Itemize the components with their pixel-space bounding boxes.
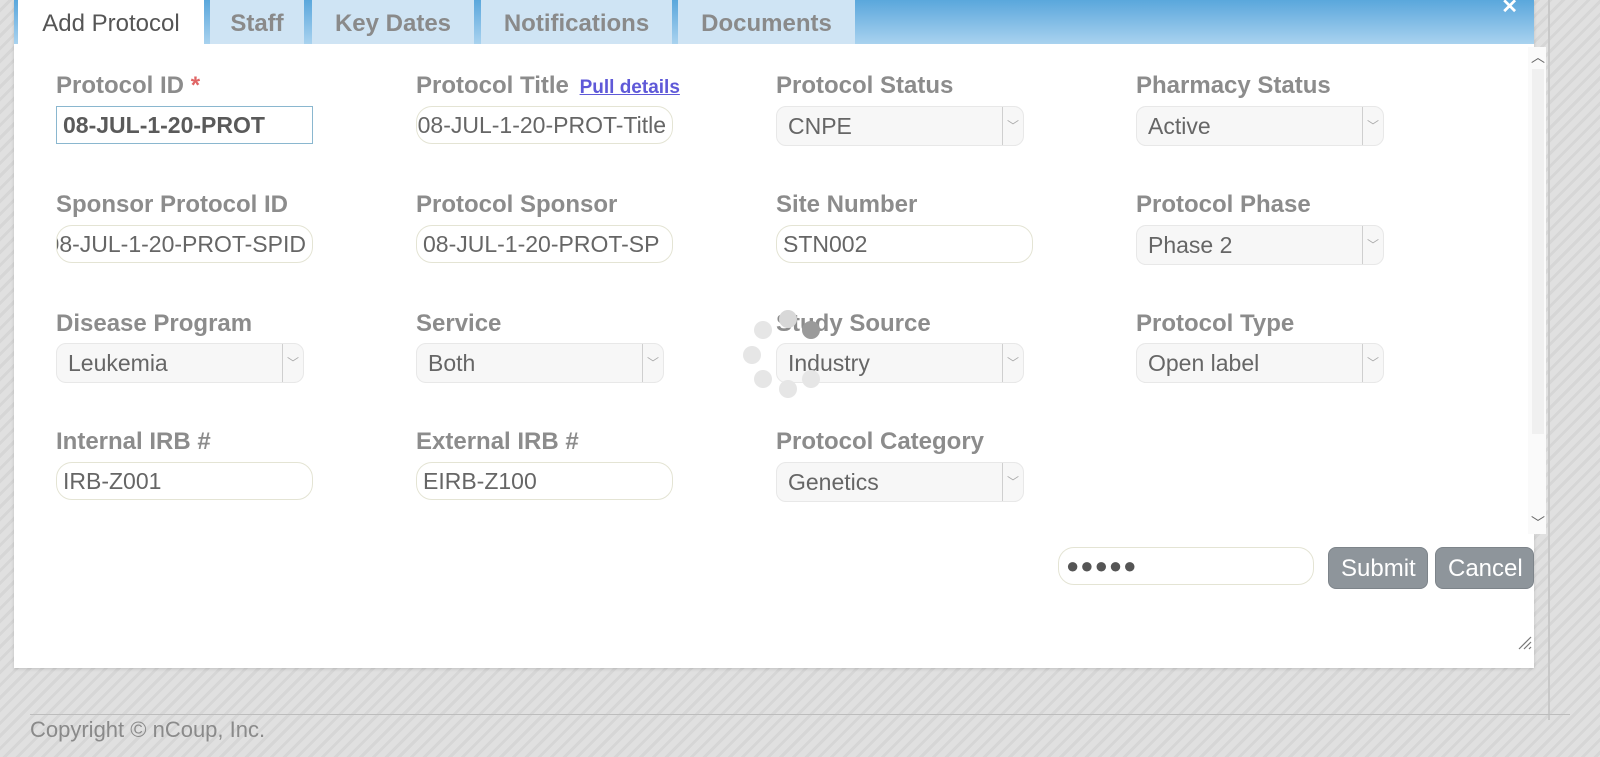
internal-irb-input[interactable]: IRB-Z001: [56, 462, 313, 500]
loading-spinner-icon: [738, 307, 828, 398]
pharmacy-status-value: Active: [1148, 113, 1211, 139]
chevron-down-icon: ﹀: [282, 344, 303, 382]
site-number-label: Site Number: [776, 191, 918, 218]
protocol-sponsor-input[interactable]: 08-JUL-1-20-PROT-SP: [416, 225, 673, 263]
submit-button[interactable]: Submit: [1328, 547, 1428, 589]
protocol-type-label: Protocol Type: [1136, 310, 1295, 337]
chevron-down-icon: ﹀: [642, 344, 663, 382]
scroll-thumb[interactable]: [1532, 69, 1544, 434]
scroll-down-icon[interactable]: ﹀: [1531, 513, 1545, 533]
protocol-title-label: Protocol Title Pull details: [416, 72, 680, 100]
chevron-down-icon: ﹀: [1362, 226, 1383, 264]
internal-irb-label: Internal IRB #: [56, 428, 211, 455]
disease-program-label: Disease Program: [56, 310, 253, 337]
protocol-type-select[interactable]: Open label ﹀: [1136, 343, 1384, 383]
chevron-down-icon: ﹀: [1002, 107, 1023, 145]
chevron-down-icon: ﹀: [1002, 463, 1023, 501]
tab-documents[interactable]: Documents: [678, 0, 855, 44]
protocol-status-select[interactable]: CNPE ﹀: [776, 106, 1024, 146]
protocol-category-select[interactable]: Genetics ﹀: [776, 462, 1024, 502]
cancel-button[interactable]: Cancel: [1435, 547, 1534, 589]
close-icon[interactable]: ✕: [1501, 0, 1518, 19]
service-label: Service: [416, 310, 502, 337]
service-value: Both: [428, 350, 476, 376]
protocol-category-label: Protocol Category: [776, 428, 985, 455]
chevron-down-icon: ﹀: [1002, 344, 1023, 382]
tab-bar: Add Protocol Staff Key Dates Notificatio…: [14, 0, 1534, 46]
protocol-sponsor-label: Protocol Sponsor: [416, 191, 618, 218]
protocol-status-label: Protocol Status: [776, 72, 954, 99]
chevron-down-icon: ﹀: [1362, 107, 1383, 145]
tab-notifications[interactable]: Notifications: [481, 0, 672, 44]
tab-staff[interactable]: Staff: [210, 0, 304, 44]
protocol-status-value: CNPE: [788, 113, 852, 139]
service-select[interactable]: Both ﹀: [416, 343, 664, 383]
sponsor-protocol-id-value: 08-JUL-1-20-PROT-SPID: [56, 231, 306, 257]
disease-program-select[interactable]: Leukemia ﹀: [56, 343, 304, 383]
page-edge-divider: [1548, 0, 1550, 720]
chevron-down-icon: ﹀: [1362, 344, 1383, 382]
protocol-type-value: Open label: [1148, 350, 1260, 376]
site-number-input[interactable]: STN002: [776, 225, 1033, 263]
protocol-title-label-text: Protocol Title: [416, 72, 569, 99]
protocol-phase-value: Phase 2: [1148, 232, 1233, 258]
protocol-title-input[interactable]: 08-JUL-1-20-PROT-Title: [416, 106, 673, 144]
protocol-id-label-text: Protocol ID: [56, 72, 185, 99]
sponsor-protocol-id-label: Sponsor Protocol ID: [56, 191, 289, 218]
add-protocol-dialog: Add Protocol Staff Key Dates Notificatio…: [14, 0, 1546, 668]
form-scrollbar[interactable]: ︿ ﹀: [1528, 47, 1546, 534]
protocol-phase-select[interactable]: Phase 2 ﹀: [1136, 225, 1384, 265]
password-field[interactable]: ●●●●●: [1058, 547, 1314, 585]
footer-divider: [30, 714, 1570, 715]
tab-add-protocol[interactable]: Add Protocol: [18, 0, 204, 46]
copyright-text: Copyright © nCoup, Inc.: [30, 717, 266, 742]
external-irb-input[interactable]: EIRB-Z100: [416, 462, 673, 500]
resize-handle-icon[interactable]: [1516, 634, 1532, 650]
disease-program-value: Leukemia: [68, 350, 168, 376]
pharmacy-status-label: Pharmacy Status: [1136, 72, 1331, 99]
protocol-id-input[interactable]: 08-JUL-1-20-PROT: [56, 106, 313, 144]
required-marker: *: [190, 72, 201, 99]
pull-details-link[interactable]: Pull details: [580, 77, 680, 98]
protocol-id-label: Protocol ID *: [56, 72, 200, 100]
pharmacy-status-select[interactable]: Active ﹀: [1136, 106, 1384, 146]
external-irb-label: External IRB #: [416, 428, 579, 455]
protocol-title-value: 08-JUL-1-20-PROT-Title: [417, 112, 666, 138]
protocol-phase-label: Protocol Phase: [1136, 191, 1311, 218]
sponsor-protocol-id-input[interactable]: 08-JUL-1-20-PROT-SPID: [56, 225, 313, 263]
scroll-up-icon[interactable]: ︿: [1531, 47, 1545, 67]
tab-key-dates[interactable]: Key Dates: [312, 0, 474, 44]
protocol-category-value: Genetics: [788, 469, 879, 495]
